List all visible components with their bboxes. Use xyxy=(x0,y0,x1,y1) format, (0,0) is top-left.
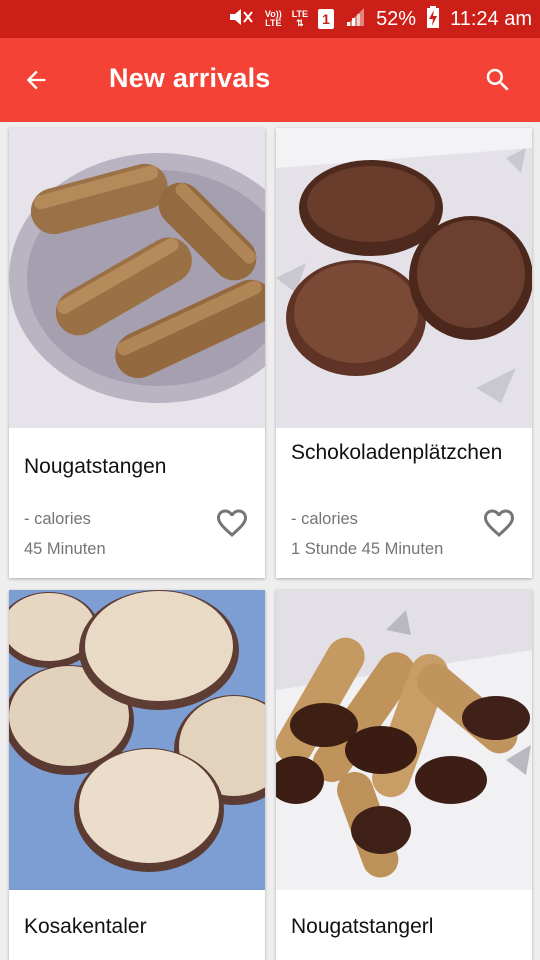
search-icon xyxy=(486,68,509,91)
battery-charging-icon xyxy=(426,5,440,33)
recipe-image xyxy=(276,590,532,890)
search-button[interactable] xyxy=(476,58,520,102)
favorite-button[interactable] xyxy=(480,505,518,541)
recipe-time: 45 Minuten xyxy=(24,540,106,558)
page-title: New arrivals xyxy=(109,63,271,93)
status-bar: Vo)) LTE LTE ⇅ 1 52% 11:24 am xyxy=(0,0,540,38)
data-arrows-icon: ⇅ xyxy=(296,18,304,28)
heart-outline-icon xyxy=(217,509,247,538)
app-bar: New arrivals xyxy=(0,38,540,122)
recipe-image xyxy=(276,128,532,428)
favorite-button[interactable] xyxy=(213,505,251,541)
mute-icon xyxy=(227,6,255,33)
recipe-card-nougatstangerl[interactable]: Nougatstangerl xyxy=(276,590,532,960)
arrow-back-icon xyxy=(26,70,46,90)
recipe-calories: - calories xyxy=(291,510,358,528)
signal-icon xyxy=(344,7,366,32)
clock: 11:24 am xyxy=(450,7,532,30)
recipe-time: 1 Stunde 45 Minuten xyxy=(291,540,444,558)
recipe-name: Schokoladenplätzchen xyxy=(291,441,503,464)
status-icons: Vo)) LTE LTE ⇅ 1 52% 11:24 am xyxy=(227,0,532,38)
volte-sub-label: LTE xyxy=(265,18,282,28)
recipe-name: Nougatstangen xyxy=(24,455,167,478)
recipe-image xyxy=(9,590,265,890)
recipe-name: Nougatstangerl xyxy=(291,915,434,938)
recipe-card-kosakentaler[interactable]: Kosakentaler xyxy=(9,590,265,960)
recipe-grid: Nougatstangen - calories 45 Minuten Scho xyxy=(0,122,540,960)
lte-indicator: LTE ⇅ xyxy=(292,10,308,28)
battery-percent: 52% xyxy=(376,7,417,30)
back-button[interactable] xyxy=(14,58,58,102)
recipe-calories: - calories xyxy=(24,510,91,528)
recipe-image xyxy=(9,128,265,428)
recipe-name: Kosakentaler xyxy=(24,915,147,938)
recipe-card-schokoladenplaetzchen[interactable]: Schokoladenplätzchen - calories 1 Stunde… xyxy=(276,128,532,578)
sim-indicator: 1 xyxy=(318,9,335,29)
volte-indicator: Vo)) LTE xyxy=(265,10,282,28)
recipe-card-nougatstangen[interactable]: Nougatstangen - calories 45 Minuten xyxy=(9,128,265,578)
heart-outline-icon xyxy=(484,509,514,538)
